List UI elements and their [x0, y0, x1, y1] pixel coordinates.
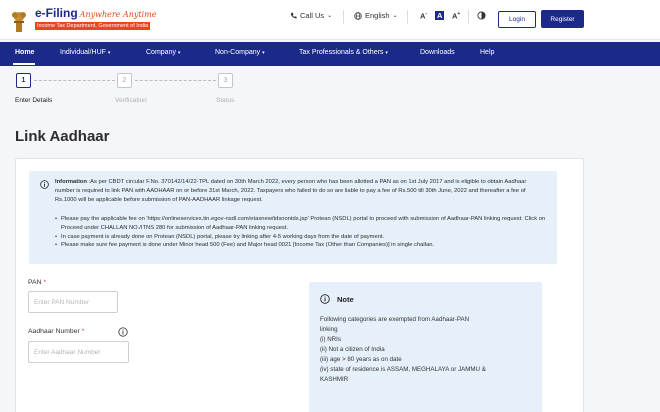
step-connector — [135, 80, 216, 81]
logo-title: e-Filing Anywhere Anytime — [35, 6, 157, 20]
active-nav-indicator — [13, 63, 35, 65]
required-marker: * — [43, 279, 47, 286]
font-increase-button[interactable]: A+ — [452, 11, 460, 21]
phone-icon — [290, 12, 297, 19]
call-us-menu[interactable]: Call Us ⌄ — [290, 11, 332, 20]
link-aadhaar-card: Information :As per CBDT circular F.No. … — [15, 158, 584, 412]
pan-input[interactable] — [28, 291, 118, 313]
step-connector — [34, 80, 115, 81]
note-title: Note — [337, 295, 354, 304]
chevron-down-icon: ⌄ — [327, 13, 333, 19]
call-us-label: Call Us — [300, 11, 325, 20]
contrast-icon[interactable] — [477, 11, 486, 20]
note-line: (ii) Not a citizen of India — [320, 346, 385, 353]
main-nav: Home Individual/HUF ▾ Company ▾ Non-Comp… — [0, 42, 660, 66]
step-2-label: Verification — [115, 97, 147, 104]
nav-item-individual-huf[interactable]: Individual/HUF ▾ — [60, 49, 110, 56]
note-line: linking — [320, 326, 338, 333]
list-item: In case payment is already done on Prote… — [55, 233, 547, 242]
language-select[interactable]: English ⌄ — [354, 11, 398, 20]
emblem-icon — [12, 12, 26, 32]
note-line: Following categories are exempted from A… — [320, 316, 470, 323]
help-icon[interactable] — [118, 327, 128, 337]
note-body: Following categories are exempted from A… — [320, 315, 530, 385]
chevron-down-icon: ⌄ — [392, 13, 398, 19]
page-title: Link Aadhaar — [15, 128, 110, 145]
logo-tagline: Anywhere Anytime — [79, 10, 157, 19]
note-line: (iii) age > 80 years as on date — [320, 356, 402, 363]
info-icon — [40, 180, 49, 189]
note-line: (iv) state of residence is ASSAM, MEGHAL… — [320, 366, 486, 373]
note-line: KASHMIR — [320, 376, 349, 383]
info-icon — [320, 294, 330, 304]
information-body: :As per CBDT circular F.No. 370142/14/22… — [55, 179, 527, 203]
list-item: Please make sure fee payment is done und… — [55, 241, 547, 250]
language-label: English — [365, 11, 390, 20]
aadhaar-input[interactable] — [28, 341, 129, 363]
login-button[interactable]: Login — [498, 11, 536, 28]
aadhaar-label: Aadhaar Number * — [28, 328, 85, 335]
step-1-label: Enter Details — [15, 97, 53, 104]
globe-icon — [354, 11, 362, 20]
divider — [343, 10, 344, 24]
efiling-logo[interactable]: e-Filing Anywhere Anytime Income Tax Depa… — [10, 5, 157, 35]
note-line: (i) NRIs — [320, 336, 341, 343]
font-normal-button[interactable]: A — [435, 11, 445, 20]
register-button[interactable]: Register — [541, 10, 584, 28]
nav-item-help[interactable]: Help — [480, 49, 494, 56]
nav-item-tax-professionals[interactable]: Tax Professionals & Others ▾ — [299, 49, 388, 56]
information-bullets: Please pay the applicable fee on 'https:… — [55, 215, 547, 250]
step-1-indicator: 1 — [16, 73, 31, 88]
nav-item-downloads[interactable]: Downloads — [420, 49, 455, 56]
step-2-indicator: 2 — [117, 73, 132, 88]
note-panel: Note Following categories are exempted f… — [309, 282, 542, 412]
logo-subtitle: Income Tax Department, Government of Ind… — [35, 22, 151, 30]
pan-label: PAN * — [28, 279, 47, 286]
information-banner: Information :As per CBDT circular F.No. … — [29, 171, 557, 264]
font-decrease-button[interactable]: A- — [420, 11, 427, 21]
step-3-indicator: 3 — [218, 73, 233, 88]
step-3-label: Status — [216, 97, 235, 104]
divider — [468, 10, 469, 24]
nav-item-non-company[interactable]: Non-Company ▾ — [215, 49, 265, 56]
information-heading: Information — [55, 179, 87, 185]
information-text: Information :As per CBDT circular F.No. … — [55, 178, 547, 204]
nav-item-company[interactable]: Company ▾ — [146, 49, 180, 56]
top-header: e-Filing Anywhere Anytime Income Tax Depa… — [0, 0, 660, 40]
divider — [407, 10, 408, 24]
nav-item-home[interactable]: Home — [15, 49, 34, 56]
list-item: Please pay the applicable fee on 'https:… — [55, 215, 547, 233]
progress-stepper: 1 2 3 Enter Details Verification Status — [0, 66, 660, 106]
required-marker: * — [81, 328, 85, 335]
